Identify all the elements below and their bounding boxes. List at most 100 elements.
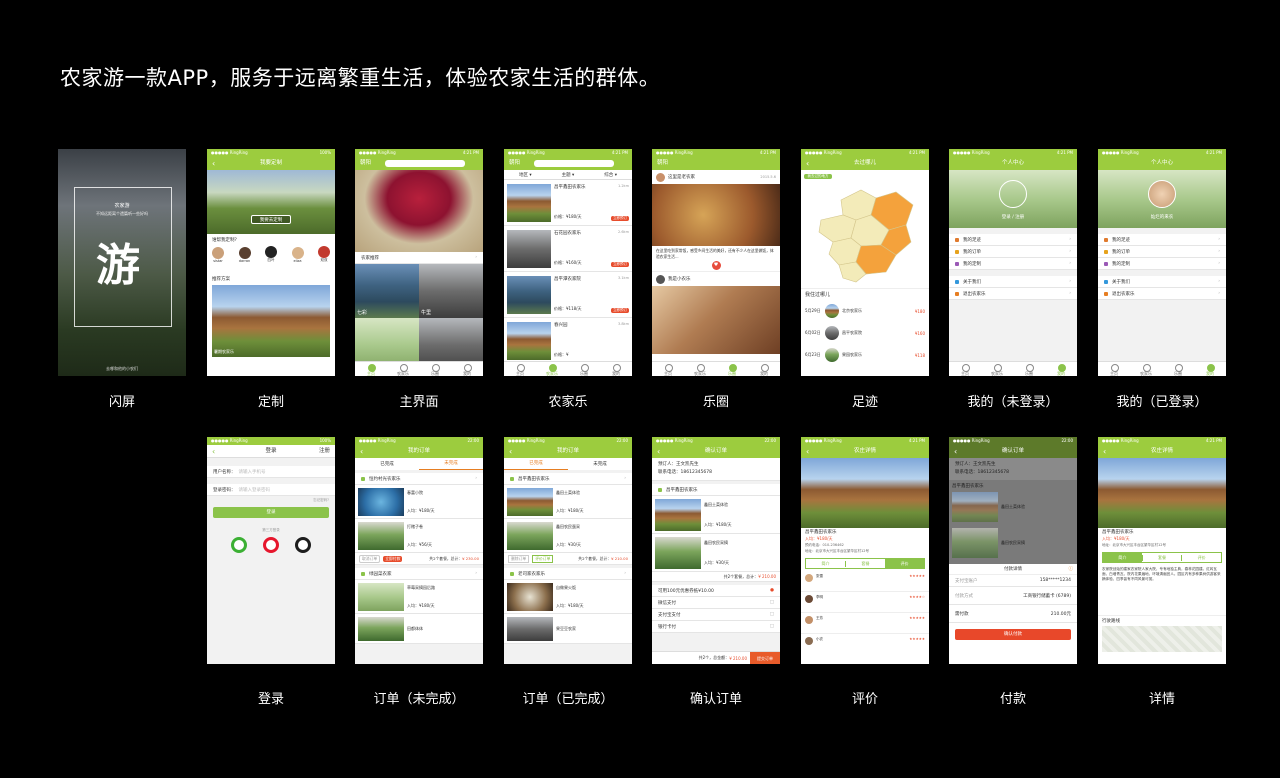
tab-home[interactable]: 主页 — [949, 362, 981, 376]
tab-home[interactable]: 主页 — [1098, 362, 1130, 376]
help-icon[interactable]: ⓘ — [1069, 564, 1074, 575]
back-icon[interactable]: ‹ — [360, 445, 363, 458]
shop-header[interactable]: 绿园菜农家 › — [355, 568, 483, 580]
review-order-button[interactable]: 评价订单 — [532, 554, 554, 563]
password-field[interactable]: 登录密码： 请输入登录密码 — [207, 484, 335, 496]
city-selector[interactable]: 朝阳 — [509, 160, 520, 166]
order-dish[interactable]: 鑫田土菜体验 入均：¥180/天 — [504, 485, 632, 519]
shop-header[interactable]: 老司家农家乐 › — [504, 568, 632, 580]
order-dish[interactable]: 鑫田农民采摘 入均：¥30/天 — [652, 534, 780, 572]
user-avatar[interactable]: sistar — [212, 246, 224, 263]
tab-home[interactable]: 主页 — [652, 362, 684, 376]
tab-park[interactable]: 乐圈 — [419, 362, 451, 376]
tab-park[interactable]: 乐圈 — [1162, 362, 1194, 376]
user-avatar[interactable]: 双双 — [318, 246, 330, 263]
tab-park[interactable]: 乐圈 — [568, 362, 600, 376]
tab-mine[interactable]: 我的 — [451, 362, 483, 376]
register-link[interactable]: 注册 — [319, 445, 330, 458]
farm-list-item[interactable]: 春兴园 3.8km 价格：¥ — [504, 318, 632, 364]
like-icon[interactable]: ♥ — [711, 261, 721, 270]
footprint-item[interactable]: 6月23日 果园农家乐 ¥118 — [801, 344, 929, 366]
menu-custom[interactable]: 我的定制 › — [949, 258, 1077, 270]
user-avatar[interactable]: 四叶 — [265, 246, 277, 263]
order-dish[interactable]: 鑫田农民蛋采 入均：¥30/天 — [504, 519, 632, 553]
tab-review[interactable]: 评价 — [1181, 554, 1221, 561]
pay-wechat-option[interactable]: 微信支付 □ — [652, 597, 780, 609]
tab-intro[interactable]: 简介 — [806, 561, 845, 567]
tab-completed[interactable]: 已完成 — [355, 461, 419, 467]
order-dish[interactable]: 鑫田土菜体验 入均：¥180/天 — [652, 496, 780, 534]
tab-completed[interactable]: 已完成 — [504, 458, 568, 470]
order-dish[interactable]: 打赌子卷 入均：¥56/天 — [355, 519, 483, 553]
pay-alipay-option[interactable]: 支付宝支付 □ — [652, 609, 780, 621]
shop-header[interactable]: 昌平鑫田农家乐 › — [504, 473, 632, 485]
menu-about[interactable]: 关于我们 › — [949, 276, 1077, 288]
tab-review[interactable]: 评价 — [885, 558, 924, 569]
tab-package[interactable]: 套餐 — [845, 560, 885, 567]
order-dish[interactable]: 自做果火饭 入均：¥180/天 — [504, 580, 632, 614]
pay-card-option[interactable]: 银行卡付 □ — [652, 621, 780, 633]
shop-header[interactable]: 昌平鑫田农家乐 — [652, 484, 780, 496]
tab-pending[interactable]: 未完成 — [419, 458, 483, 470]
order-dish[interactable]: 田都体体 — [355, 614, 483, 644]
main-rec-header[interactable]: 农家推荐 › — [355, 252, 483, 264]
farm-cover-image[interactable] — [1098, 458, 1226, 528]
back-icon[interactable]: ‹ — [806, 157, 809, 170]
tab-intro[interactable]: 简介 — [1103, 552, 1142, 563]
user-avatar[interactable]: darran — [238, 246, 251, 263]
tab-farm[interactable]: 农家乐 — [387, 362, 419, 376]
back-icon[interactable]: ‹ — [509, 445, 512, 458]
order-dish[interactable]: 春富小院 入均：¥180/天 — [355, 485, 483, 519]
tab-farm[interactable]: 农家乐 — [981, 362, 1013, 376]
footprint-item[interactable]: 5月29日 北京农家乐 ¥180 — [801, 300, 929, 322]
avatar[interactable] — [656, 172, 665, 182]
filter-sort[interactable]: 综合 ▾ — [604, 172, 617, 178]
filter-theme[interactable]: 主题 ▾ — [562, 172, 575, 178]
back-icon[interactable]: ‹ — [657, 445, 660, 458]
menu-orders[interactable]: 我的订单 › — [1098, 246, 1226, 258]
menu-orders[interactable]: 我的订单 › — [949, 246, 1077, 258]
avatar-placeholder-icon[interactable] — [999, 180, 1027, 208]
tab-mine[interactable]: 我的 — [1045, 362, 1077, 376]
tab-home[interactable]: 主页 — [504, 362, 536, 376]
tab-farm[interactable]: 农家乐 — [684, 362, 716, 376]
user-avatar[interactable]: eliza — [291, 246, 304, 263]
username-field[interactable]: 用户名称： 请输入手机号 — [207, 466, 335, 478]
back-icon[interactable]: ‹ — [212, 157, 215, 170]
tab-mine[interactable]: 我的 — [748, 362, 780, 376]
back-icon[interactable]: ‹ — [954, 445, 957, 458]
rec-tile[interactable]: 牛里 — [419, 264, 483, 318]
beijing-map[interactable] — [801, 170, 929, 288]
menu-custom[interactable]: 我的定制 › — [1098, 258, 1226, 270]
order-dish[interactable]: 果豆豆农家 — [504, 614, 632, 644]
book-button[interactable]: 立即预订 — [611, 215, 629, 221]
back-icon[interactable]: ‹ — [1103, 445, 1106, 458]
shop-header[interactable]: 恒约村光农家乐 › — [355, 473, 483, 485]
back-icon[interactable]: ‹ — [212, 445, 215, 458]
login-button[interactable]: 登录 — [213, 507, 329, 518]
farm-list-item[interactable]: 昌平潭农家院 3.1km 价格：¥118/天 立即预订 — [504, 272, 632, 318]
footprint-item[interactable]: 6月02日 昌平农家院 ¥160 — [801, 322, 929, 344]
wechat-icon[interactable] — [231, 537, 247, 553]
tab-farm[interactable]: 农家乐 — [536, 362, 568, 376]
farm-list-item[interactable]: 昌平鑫田农家乐 1.2km 价格：¥180/天 立即预订 — [504, 180, 632, 226]
pay-now-button[interactable]: 立即付款 — [383, 555, 403, 562]
confirm-pay-button[interactable]: 确认付款 — [955, 629, 1071, 640]
rec-tile[interactable]: 七彩 — [355, 264, 419, 318]
post-image[interactable] — [652, 184, 780, 246]
order-dish[interactable]: 草莓采摘园后路 入均：¥180/天 — [355, 580, 483, 614]
login-link[interactable]: 登录 / 注册 — [949, 214, 1077, 220]
farm-list-item[interactable]: 石花园农家乐 2.6km 价格：¥160/天 立即预订 — [504, 226, 632, 272]
menu-logout[interactable]: 退出农家乐 › — [949, 288, 1077, 300]
main-banner[interactable] — [355, 170, 483, 252]
tab-mine[interactable]: 我的 — [600, 362, 632, 376]
search-input[interactable] — [534, 160, 614, 167]
tab-farm[interactable]: 农家乐 — [1130, 362, 1162, 376]
route-map[interactable] — [1102, 626, 1222, 652]
custom-banner-button[interactable]: 我要去定制 — [251, 215, 291, 224]
city-selector[interactable]: 朝阳 — [360, 160, 371, 166]
avatar[interactable] — [656, 274, 665, 284]
tab-pending[interactable]: 未完成 — [568, 461, 632, 467]
pay-method-row[interactable]: 付款方式 工商银行储蓄卡 (6789) — [949, 587, 1077, 605]
rec-plan-image[interactable]: 暑期农家乐 — [212, 285, 330, 357]
